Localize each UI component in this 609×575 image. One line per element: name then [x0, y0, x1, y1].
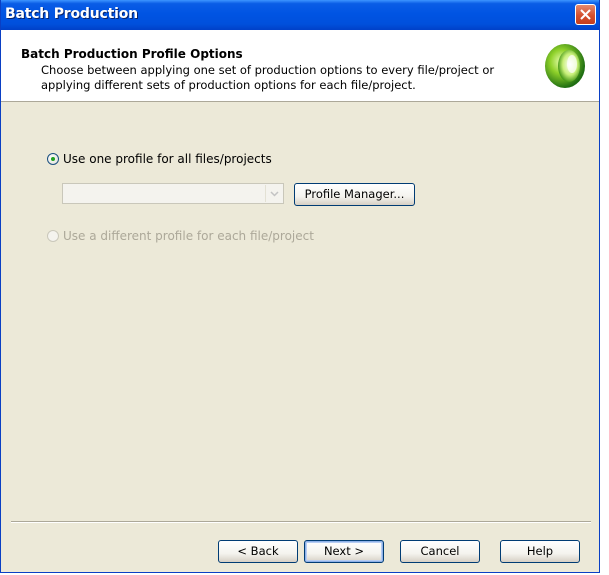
different-profile-label[interactable]: Use a different profile for each file/pr… [63, 229, 314, 243]
window-title: Batch Production [5, 6, 138, 22]
footer-divider [11, 521, 591, 523]
profile-select[interactable] [62, 183, 284, 204]
chevron-down-icon [270, 191, 279, 197]
profile-select-dropdown-button[interactable] [265, 185, 282, 202]
option-different-profile[interactable]: Use a different profile for each file/pr… [47, 228, 314, 244]
page-description: Choose between applying one set of produ… [41, 63, 495, 92]
profile-manager-button[interactable]: Profile Manager... [294, 183, 415, 206]
help-button[interactable]: Help [500, 540, 580, 563]
option-one-profile[interactable]: Use one profile for all files/projects [47, 151, 272, 167]
close-icon [580, 9, 591, 20]
batch-production-dialog: Batch Production Batch Production Profil… [0, 0, 600, 573]
different-profile-radio[interactable] [47, 230, 59, 242]
back-button[interactable]: < Back [218, 540, 298, 563]
cancel-button[interactable]: Cancel [400, 540, 480, 563]
header-panel: Batch Production Profile Options Choose … [1, 30, 599, 102]
app-logo-icon [545, 44, 585, 88]
close-button[interactable] [575, 4, 596, 25]
one-profile-radio[interactable] [47, 153, 59, 165]
one-profile-label[interactable]: Use one profile for all files/projects [63, 152, 272, 166]
page-title: Batch Production Profile Options [21, 47, 243, 61]
next-button[interactable]: Next > [304, 540, 384, 563]
title-bar[interactable]: Batch Production [1, 0, 599, 30]
